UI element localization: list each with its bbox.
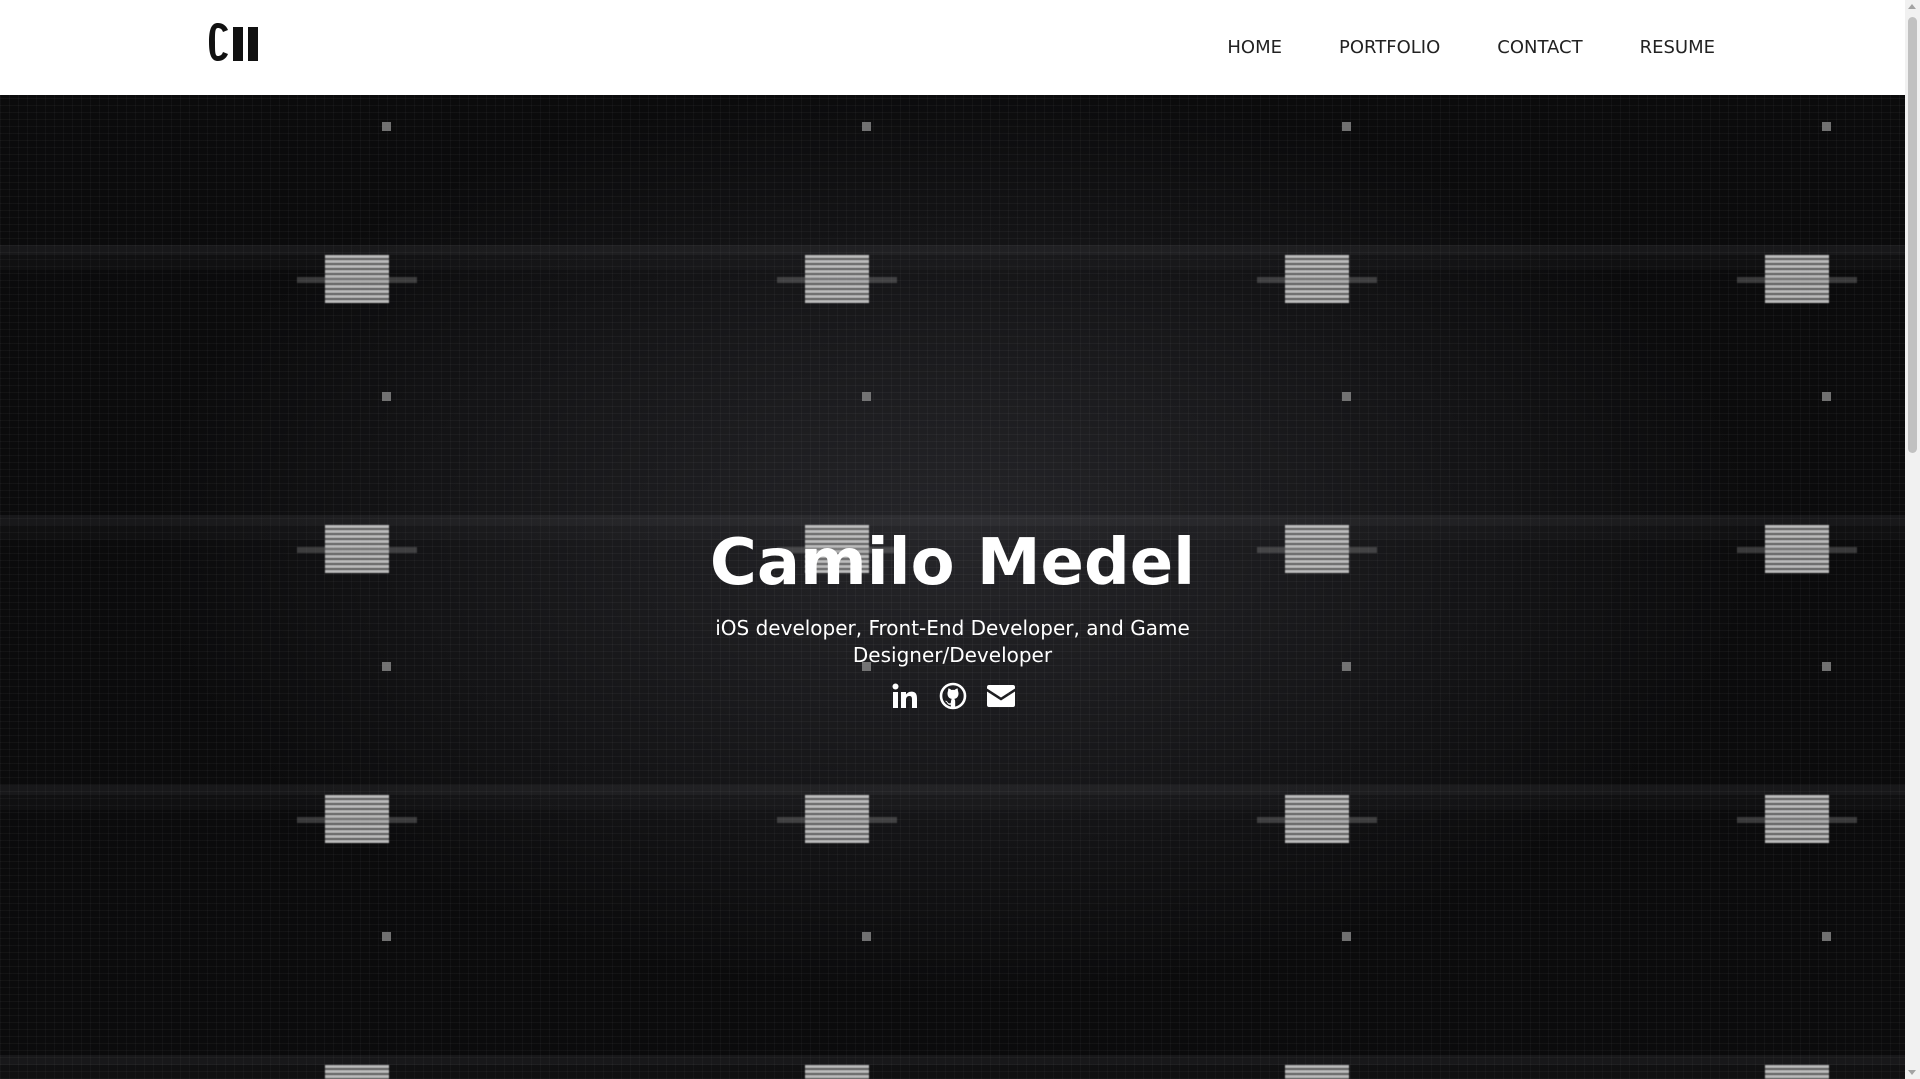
background-tile <box>1257 255 1377 303</box>
background-dot <box>382 392 391 401</box>
scroll-down-arrow-icon[interactable] <box>1908 1070 1916 1075</box>
linkedin-icon <box>892 683 917 708</box>
background-tile <box>297 255 417 303</box>
background-tile <box>1285 1065 1349 1079</box>
background-tile <box>297 795 417 843</box>
background-dot <box>862 932 871 941</box>
background-tile <box>1257 795 1377 843</box>
background-dot <box>382 122 391 131</box>
background-dot <box>862 122 871 131</box>
vertical-scrollbar[interactable] <box>1905 0 1920 1079</box>
hero-name: Camilo Medel <box>709 526 1196 600</box>
background-tile <box>325 1065 389 1079</box>
background-dot <box>1822 932 1831 941</box>
github-link[interactable] <box>938 681 968 711</box>
hero-content: Camilo Medel iOS developer, Front-End De… <box>0 525 1905 711</box>
nav-resume[interactable]: RESUME <box>1640 37 1715 58</box>
logo[interactable] <box>208 22 262 62</box>
main-nav: HOME PORTFOLIO CONTACT RESUME <box>1170 0 1715 95</box>
background-tile <box>805 1065 869 1079</box>
scroll-up-arrow-icon[interactable] <box>1908 4 1916 9</box>
background-dot <box>1342 392 1351 401</box>
nav-contact[interactable]: CONTACT <box>1497 37 1582 58</box>
nav-home[interactable]: HOME <box>1227 37 1282 58</box>
background-tile <box>1737 255 1857 303</box>
background-dot <box>1822 122 1831 131</box>
nav-portfolio[interactable]: PORTFOLIO <box>1339 37 1440 58</box>
background-tile <box>777 255 897 303</box>
background-tile <box>1737 795 1857 843</box>
background-dot <box>1342 122 1351 131</box>
background-tile <box>777 795 897 843</box>
background-dot <box>382 932 391 941</box>
hero-section: Camilo Medel iOS developer, Front-End De… <box>0 95 1905 1079</box>
background-dot <box>862 392 871 401</box>
envelope-icon <box>986 685 1015 707</box>
social-links <box>0 681 1905 711</box>
hero-tagline: iOS developer, Front-End Developer, and … <box>715 616 1190 667</box>
background-tile <box>1765 1065 1829 1079</box>
linkedin-link[interactable] <box>890 681 920 711</box>
email-link[interactable] <box>986 681 1016 711</box>
background-dot <box>1822 392 1831 401</box>
scrollbar-thumb[interactable] <box>1908 17 1917 453</box>
github-icon <box>939 682 966 710</box>
site-header: HOME PORTFOLIO CONTACT RESUME <box>0 0 1905 95</box>
logo-mark-icon <box>209 23 258 61</box>
background-dot <box>1342 932 1351 941</box>
